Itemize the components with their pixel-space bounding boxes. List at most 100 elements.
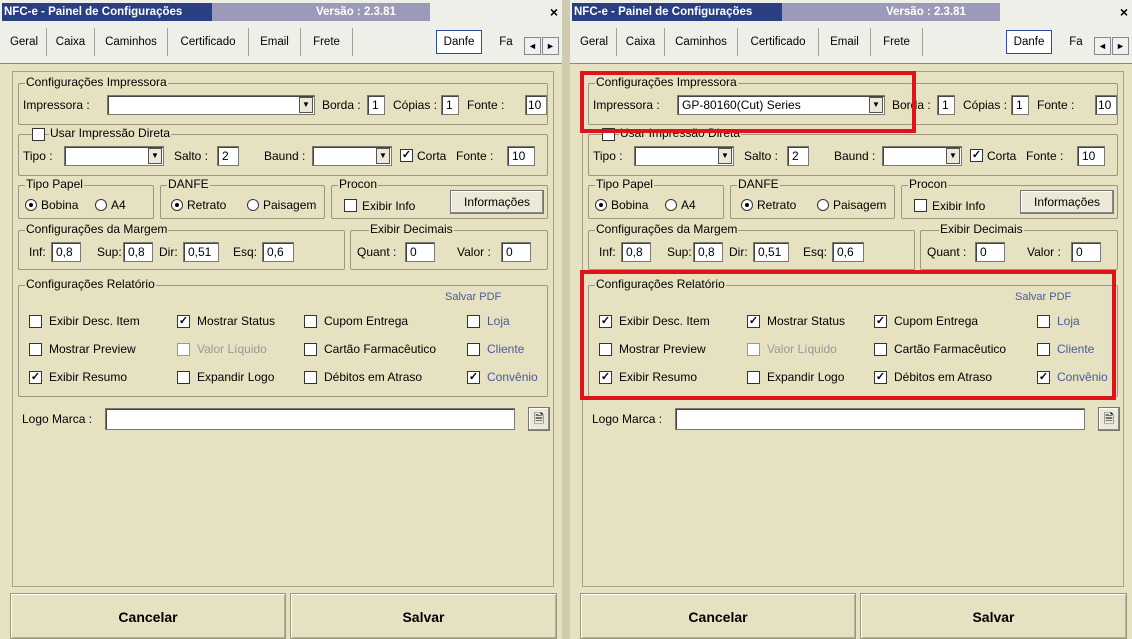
direta-fonte-field[interactable]: 10 (507, 146, 535, 166)
title-bar: NFC-e - Painel de Configurações Versão :… (0, 0, 562, 24)
tab-caixa[interactable]: Caixa (47, 28, 95, 56)
baund-select[interactable]: ▼ (882, 146, 962, 166)
salto-field[interactable]: 2 (217, 146, 239, 166)
a4-radio[interactable] (95, 199, 107, 211)
browse-file-icon[interactable]: 🗎 (528, 407, 550, 431)
fonte-field[interactable]: 10 (525, 95, 547, 115)
cancelar-button[interactable]: Cancelar (10, 593, 286, 639)
copias-field[interactable]: 1 (1011, 95, 1029, 115)
inf-field[interactable]: 0,8 (621, 242, 651, 262)
cartao-farmaceutico-checkbox[interactable] (304, 343, 317, 356)
bobina-radio[interactable] (595, 199, 607, 211)
quant-field[interactable]: 0 (405, 242, 435, 262)
tab-email[interactable]: Email (819, 28, 871, 56)
valor-field[interactable]: 0 (501, 242, 531, 262)
logo-marca-label: Logo Marca : (592, 412, 663, 426)
chevron-down-icon[interactable]: ▼ (946, 148, 960, 164)
cliente-checkbox[interactable] (467, 343, 480, 356)
valor-field[interactable]: 0 (1071, 242, 1101, 262)
chevron-down-icon[interactable]: ▼ (376, 148, 390, 164)
tab-caminhos[interactable]: Caminhos (665, 28, 738, 56)
exibir-desc-item-checkbox[interactable] (29, 315, 42, 328)
tab-certificado[interactable]: Certificado (168, 28, 249, 56)
retrato-radio[interactable] (171, 199, 183, 211)
debitos-atraso-checkbox[interactable] (304, 371, 317, 384)
salto-field[interactable]: 2 (787, 146, 809, 166)
logo-marca-field[interactable] (675, 408, 1085, 430)
salvar-button[interactable]: Salvar (860, 593, 1127, 639)
tipo-select[interactable]: ▼ (64, 146, 164, 166)
tab-caminhos[interactable]: Caminhos (95, 28, 168, 56)
tab-certificado[interactable]: Certificado (738, 28, 819, 56)
cancelar-button[interactable]: Cancelar (580, 593, 856, 639)
tab-frete[interactable]: Frete (301, 28, 353, 56)
tab-fa[interactable]: Fa (488, 28, 524, 56)
informacoes-button[interactable]: Informações (450, 190, 544, 214)
retrato-radio[interactable] (741, 199, 753, 211)
copias-field[interactable]: 1 (441, 95, 459, 115)
impressora-select[interactable]: ▼ (107, 95, 315, 115)
browse-file-icon[interactable]: 🗎 (1098, 407, 1120, 431)
close-icon[interactable]: × (546, 3, 562, 21)
informacoes-button[interactable]: Informações (1020, 190, 1114, 214)
tab-danfe[interactable]: Danfe (1006, 30, 1052, 54)
cartao-farmaceutico-label: Cartão Farmacêutico (324, 342, 437, 356)
fonte-field[interactable]: 10 (1095, 95, 1117, 115)
usar-direta-checkbox[interactable] (32, 128, 45, 141)
corta-checkbox[interactable]: ✓ (400, 149, 413, 162)
chevron-right-icon[interactable]: ► (542, 37, 559, 55)
sup-label: Sup: (97, 245, 122, 259)
sup-field[interactable]: 0,8 (693, 242, 723, 262)
esq-field[interactable]: 0,6 (832, 242, 864, 262)
chevron-down-icon[interactable]: ▼ (718, 148, 732, 164)
paisagem-radio[interactable] (247, 199, 259, 211)
exibir-resumo-checkbox[interactable]: ✓ (29, 371, 42, 384)
a4-radio[interactable] (665, 199, 677, 211)
chevron-left-icon[interactable]: ◄ (524, 37, 541, 55)
valor-liquido-label: Valor Líquido (197, 342, 267, 356)
tab-geral[interactable]: Geral (572, 28, 617, 56)
chevron-down-icon[interactable]: ▼ (148, 148, 162, 164)
sup-field[interactable]: 0,8 (123, 242, 153, 262)
window-title: NFC-e - Painel de Configurações (2, 3, 212, 21)
direta-fonte-field[interactable]: 10 (1077, 146, 1105, 166)
quant-field[interactable]: 0 (975, 242, 1005, 262)
dir-field[interactable]: 0,51 (753, 242, 789, 262)
expandir-logo-label: Expandir Logo (197, 370, 275, 384)
tab-caixa[interactable]: Caixa (617, 28, 665, 56)
tab-geral[interactable]: Geral (2, 28, 47, 56)
paisagem-radio[interactable] (817, 199, 829, 211)
tab-frete[interactable]: Frete (871, 28, 923, 56)
inf-field[interactable]: 0,8 (51, 242, 81, 262)
mostrar-preview-checkbox[interactable] (29, 343, 42, 356)
corta-checkbox[interactable]: ✓ (970, 149, 983, 162)
esq-field[interactable]: 0,6 (262, 242, 294, 262)
chevron-left-icon[interactable]: ◄ (1094, 37, 1111, 55)
exibir-info-checkbox[interactable] (344, 199, 357, 212)
valor-label: Valor : (457, 245, 491, 259)
salvar-button[interactable]: Salvar (290, 593, 557, 639)
logo-marca-field[interactable] (105, 408, 515, 430)
tab-danfe[interactable]: Danfe (436, 30, 482, 54)
tab-fa[interactable]: Fa (1058, 28, 1094, 56)
chevron-down-icon[interactable]: ▼ (299, 97, 313, 113)
expandir-logo-checkbox[interactable] (177, 371, 190, 384)
close-icon[interactable]: × (1116, 3, 1132, 21)
tab-email[interactable]: Email (249, 28, 301, 56)
baund-select[interactable]: ▼ (312, 146, 392, 166)
borda-field[interactable]: 1 (367, 95, 385, 115)
mostrar-status-checkbox[interactable]: ✓ (177, 315, 190, 328)
logo-marca-label: Logo Marca : (22, 412, 93, 426)
tipo-select[interactable]: ▼ (634, 146, 734, 166)
loja-checkbox[interactable] (467, 315, 480, 328)
valor-liquido-checkbox[interactable] (177, 343, 190, 356)
procon-group: Procon Exibir Info Informações (901, 177, 1118, 219)
cupom-entrega-checkbox[interactable] (304, 315, 317, 328)
convenio-checkbox[interactable]: ✓ (467, 371, 480, 384)
exibir-info-checkbox[interactable] (914, 199, 927, 212)
bobina-radio[interactable] (25, 199, 37, 211)
tipo-papel-group: Tipo Papel Bobina A4 (18, 177, 154, 219)
borda-field[interactable]: 1 (937, 95, 955, 115)
chevron-right-icon[interactable]: ► (1112, 37, 1129, 55)
dir-field[interactable]: 0,51 (183, 242, 219, 262)
